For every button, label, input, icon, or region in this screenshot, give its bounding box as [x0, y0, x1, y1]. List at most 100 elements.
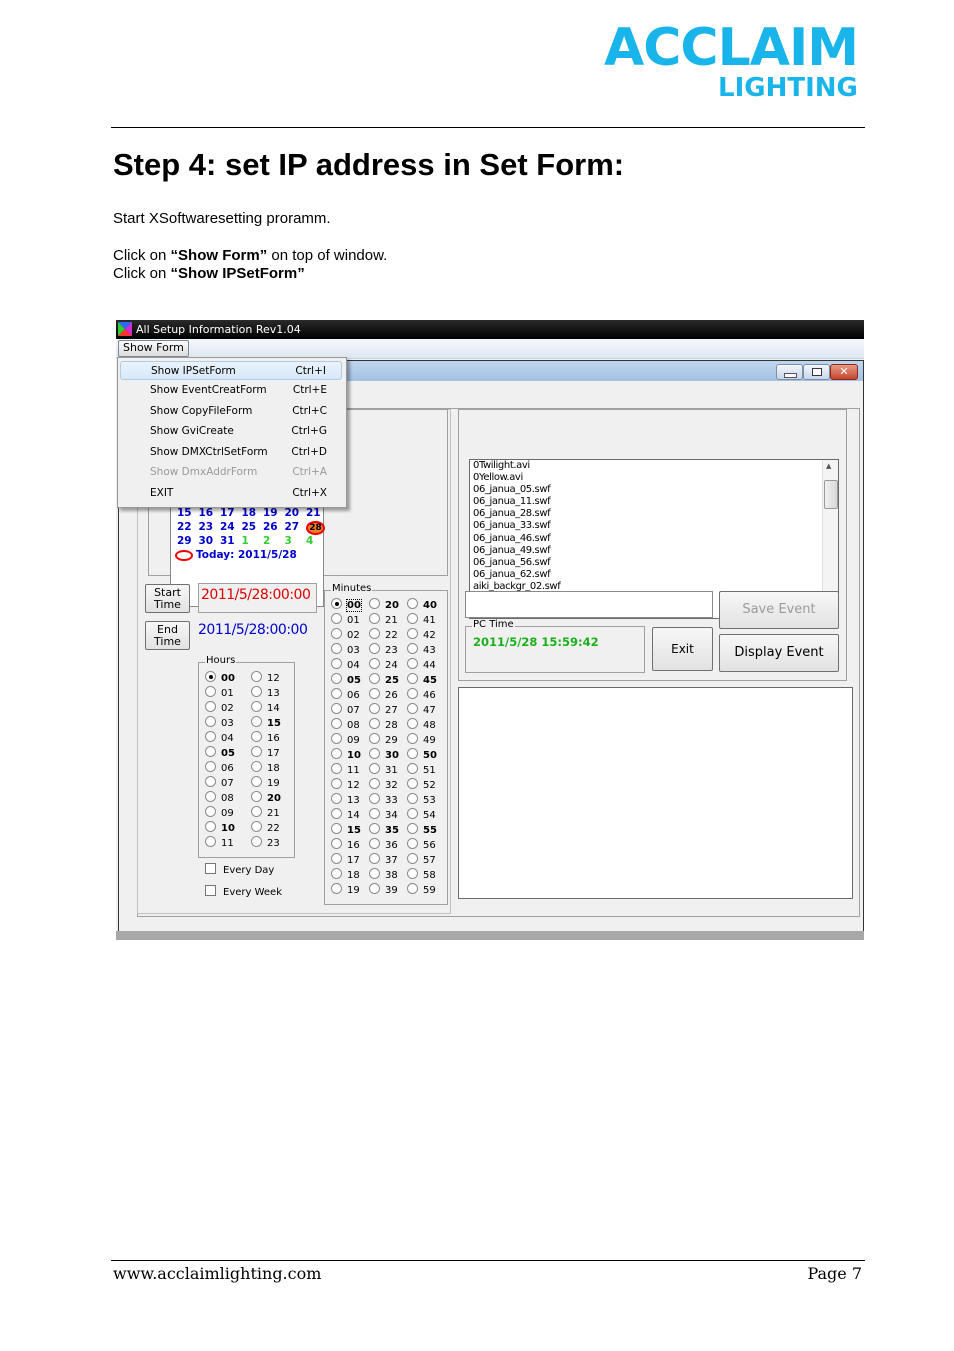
minute-radio-31[interactable]: 31 [369, 763, 398, 777]
minute-radio-59[interactable]: 59 [407, 883, 436, 897]
minute-radio-37[interactable]: 37 [369, 853, 398, 867]
footer-url[interactable]: www.acclaimlighting.com [113, 1264, 321, 1283]
file-list-item[interactable]: 06_janua_28.swf [470, 508, 838, 520]
minute-radio-49[interactable]: 49 [407, 733, 436, 747]
close-button[interactable]: ✕ [830, 364, 858, 380]
minute-radio-36[interactable]: 36 [369, 838, 398, 852]
start-time-button[interactable]: Start Time [145, 584, 190, 613]
minute-radio-54[interactable]: 54 [407, 808, 436, 822]
calendar-day[interactable]: 26 [263, 521, 285, 535]
every-week-checkbox[interactable]: Every Week [205, 885, 282, 899]
minute-radio-41[interactable]: 41 [407, 613, 436, 627]
minute-radio-51[interactable]: 51 [407, 763, 436, 777]
calendar-day[interactable]: 22 [177, 521, 199, 535]
file-list-item[interactable]: 06_janua_56.swf [470, 557, 838, 569]
calendar-day-next-month[interactable]: 1 [242, 535, 264, 547]
minute-radio-19[interactable]: 19 [331, 883, 360, 897]
calendar-day[interactable]: 31 [220, 535, 242, 547]
minute-radio-14[interactable]: 14 [331, 808, 360, 822]
minute-radio-58[interactable]: 58 [407, 868, 436, 882]
minute-radio-52[interactable]: 52 [407, 778, 436, 792]
calendar-day[interactable]: 19 [263, 507, 285, 519]
calendar-day[interactable]: 18 [242, 507, 264, 519]
minute-radio-34[interactable]: 34 [369, 808, 398, 822]
file-list-item[interactable]: 06_janua_62.swf [470, 569, 838, 581]
calendar-day-next-month[interactable]: 3 [285, 535, 307, 547]
hour-radio-04[interactable]: 04 [205, 731, 234, 745]
hour-radio-20[interactable]: 20 [251, 791, 281, 805]
minute-radio-12[interactable]: 12 [331, 778, 360, 792]
file-list-item[interactable]: 0Yellow.avi [470, 472, 838, 484]
file-list-item[interactable]: 06_janua_11.swf [470, 496, 838, 508]
minute-radio-44[interactable]: 44 [407, 658, 436, 672]
minute-radio-32[interactable]: 32 [369, 778, 398, 792]
menu-item-show-gvicreate[interactable]: Show GviCreate Ctrl+G [120, 422, 342, 441]
event-name-input[interactable] [465, 591, 713, 618]
minute-radio-26[interactable]: 26 [369, 688, 398, 702]
minute-radio-55[interactable]: 55 [407, 823, 437, 837]
minute-radio-03[interactable]: 03 [331, 643, 360, 657]
start-time-field[interactable]: 2011/5/28:00:00 [198, 583, 317, 613]
exit-button[interactable]: Exit [652, 627, 713, 671]
minute-radio-48[interactable]: 48 [407, 718, 436, 732]
minute-radio-06[interactable]: 06 [331, 688, 360, 702]
calendar-day[interactable]: 27 [285, 521, 307, 535]
minute-radio-42[interactable]: 42 [407, 628, 436, 642]
calendar-day-next-month[interactable]: 4 [306, 535, 328, 547]
hour-radio-08[interactable]: 08 [205, 791, 234, 805]
hour-radio-07[interactable]: 07 [205, 776, 234, 790]
scroll-up-icon[interactable]: ▲ [826, 462, 831, 470]
minute-radio-22[interactable]: 22 [369, 628, 398, 642]
minute-radio-02[interactable]: 02 [331, 628, 360, 642]
minute-radio-11[interactable]: 11 [331, 763, 360, 777]
file-list-item[interactable]: 06_janua_49.swf [470, 545, 838, 557]
calendar-day[interactable]: 25 [242, 521, 264, 535]
file-list-item[interactable]: 06_janua_33.swf [470, 520, 838, 532]
calendar-day[interactable]: 20 [285, 507, 307, 519]
minute-radio-08[interactable]: 08 [331, 718, 360, 732]
file-list-item[interactable]: 06_janua_46.swf [470, 533, 838, 545]
hour-radio-14[interactable]: 14 [251, 701, 280, 715]
calendar-today[interactable]: Today: 2011/5/28 [175, 549, 297, 561]
calendar-day[interactable]: 30 [199, 535, 221, 547]
file-list-item[interactable]: 06_janua_05.swf [470, 484, 838, 496]
minute-radio-10[interactable]: 10 [331, 748, 361, 762]
hour-radio-09[interactable]: 09 [205, 806, 234, 820]
hour-radio-22[interactable]: 22 [251, 821, 280, 835]
minute-radio-21[interactable]: 21 [369, 613, 398, 627]
calendar-day-selected[interactable]: 28 [306, 521, 325, 535]
hour-radio-15[interactable]: 15 [251, 716, 281, 730]
hour-radio-12[interactable]: 12 [251, 671, 280, 685]
scroll-thumb[interactable] [824, 480, 838, 509]
menu-item-show-eventcreatform[interactable]: Show EventCreatForm Ctrl+E [120, 381, 342, 400]
minute-radio-01[interactable]: 01 [331, 613, 360, 627]
minute-radio-07[interactable]: 07 [331, 703, 360, 717]
minute-radio-16[interactable]: 16 [331, 838, 360, 852]
minute-radio-09[interactable]: 09 [331, 733, 360, 747]
minute-radio-04[interactable]: 04 [331, 658, 360, 672]
minute-radio-18[interactable]: 18 [331, 868, 360, 882]
minute-radio-50[interactable]: 50 [407, 748, 437, 762]
minute-radio-57[interactable]: 57 [407, 853, 436, 867]
minute-radio-39[interactable]: 39 [369, 883, 398, 897]
calendar-day[interactable]: 15 [177, 507, 199, 519]
minute-radio-30[interactable]: 30 [369, 748, 399, 762]
minute-radio-17[interactable]: 17 [331, 853, 360, 867]
minute-radio-46[interactable]: 46 [407, 688, 436, 702]
menu-item-show-ipsetform[interactable]: Show IPSetForm Ctrl+I [120, 361, 342, 380]
menu-item-show-copyfileform[interactable]: Show CopyFileForm Ctrl+C [120, 402, 342, 421]
calendar-day[interactable]: 23 [199, 521, 221, 535]
menu-item-show-dmxctrlsetform[interactable]: Show DMXCtrlSetForm Ctrl+D [120, 443, 342, 462]
hour-radio-18[interactable]: 18 [251, 761, 280, 775]
hour-radio-23[interactable]: 23 [251, 836, 280, 850]
minute-radio-24[interactable]: 24 [369, 658, 398, 672]
calendar-day[interactable]: 17 [220, 507, 242, 519]
minute-radio-29[interactable]: 29 [369, 733, 398, 747]
hour-radio-02[interactable]: 02 [205, 701, 234, 715]
calendar-day[interactable]: 29 [177, 535, 199, 547]
hour-radio-21[interactable]: 21 [251, 806, 280, 820]
minute-radio-38[interactable]: 38 [369, 868, 398, 882]
end-time-button[interactable]: End Time [145, 621, 190, 650]
minute-radio-27[interactable]: 27 [369, 703, 398, 717]
calendar-day[interactable]: 24 [220, 521, 242, 535]
